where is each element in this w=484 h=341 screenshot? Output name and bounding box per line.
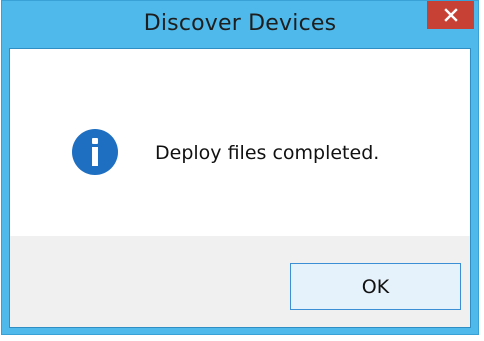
ok-button[interactable]: OK [290,263,461,310]
message-text: Deploy files completed. [155,142,380,164]
title-bar[interactable]: Discover Devices [2,1,478,48]
dialog-client-area: Deploy files completed. OK [9,48,471,328]
close-icon [443,8,458,22]
dialog-window: Discover Devices Deploy files completed.… [1,0,479,335]
button-bar: OK [10,236,470,327]
close-button[interactable] [427,1,474,29]
window-title: Discover Devices [143,11,337,36]
info-icon [72,129,118,175]
message-area: Deploy files completed. [10,49,470,236]
